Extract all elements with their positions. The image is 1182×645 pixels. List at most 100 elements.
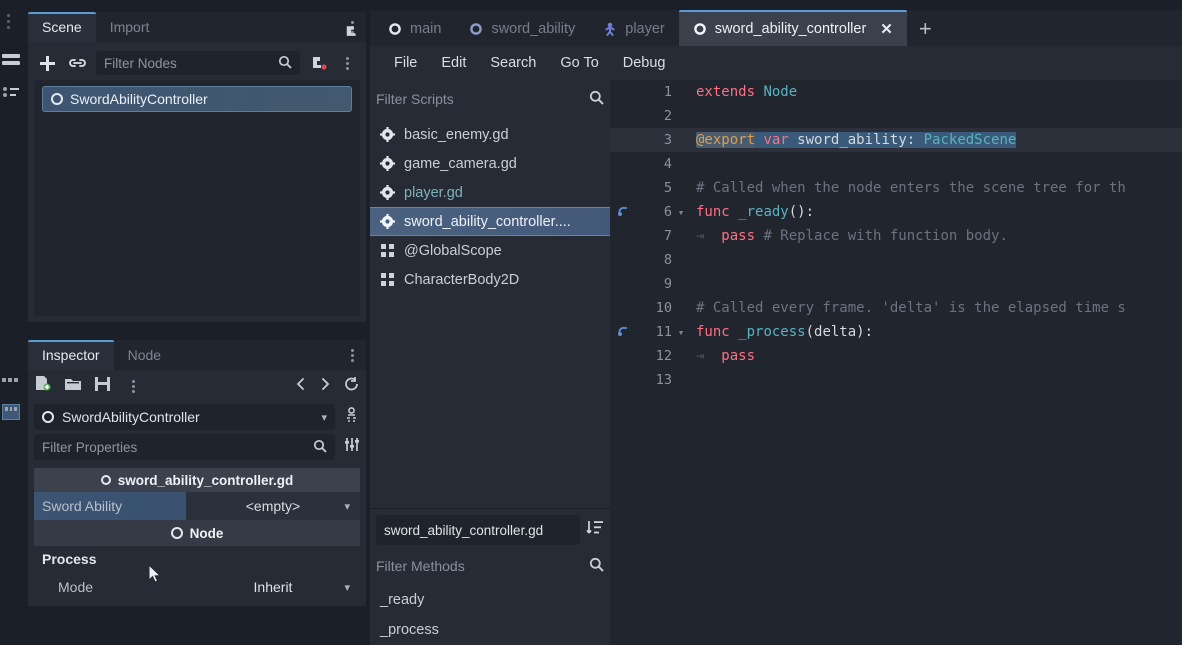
- editor-tab-sword-ability-controller[interactable]: sword_ability_controller ✕: [678, 10, 907, 46]
- code-line[interactable]: 3 @export var sword_ability: PackedScene: [610, 128, 1182, 152]
- code-token: # Replace with function body.: [755, 228, 1008, 244]
- tab-import-label: Import: [109, 19, 150, 35]
- code-line[interactable]: 10 # Called every frame. 'delta' is the e…: [610, 296, 1182, 320]
- line-number: 1: [663, 84, 672, 100]
- sliders-icon[interactable]: [343, 436, 360, 458]
- code-token: (delta):: [805, 324, 874, 340]
- code-line[interactable]: 5 # Called when the node enters the scene…: [610, 176, 1182, 200]
- filter-methods-input[interactable]: Filter Methods: [376, 551, 604, 581]
- connection-marker-icon[interactable]: [610, 204, 638, 221]
- selected-thumbnail[interactable]: [2, 404, 20, 420]
- search-icon: [589, 557, 604, 575]
- history-icon[interactable]: [343, 376, 360, 397]
- fold-toggle-icon[interactable]: ▾: [672, 206, 690, 219]
- add-tab-button[interactable]: +: [907, 16, 944, 46]
- save-icon[interactable]: [94, 376, 111, 397]
- editor-tab-sword-ability[interactable]: sword_ability: [455, 12, 589, 46]
- chevron-down-icon: ▾: [321, 411, 327, 424]
- add-node-button[interactable]: [36, 52, 58, 74]
- script-list-item[interactable]: game_camera.gd: [370, 149, 610, 178]
- scene-toolbar-kebab-icon[interactable]: [338, 56, 358, 70]
- tab-node[interactable]: Node: [114, 342, 175, 370]
- property-row-mode[interactable]: Mode Inherit ▾: [34, 572, 360, 602]
- menu-search[interactable]: Search: [478, 52, 548, 74]
- code-line[interactable]: 9: [610, 272, 1182, 296]
- menu-edit[interactable]: Edit: [429, 52, 478, 74]
- method-item-process[interactable]: _process: [370, 615, 610, 645]
- menu-debug[interactable]: Debug: [611, 52, 678, 74]
- code-line[interactable]: 13: [610, 368, 1182, 392]
- search-icon: [313, 439, 327, 456]
- menu-file[interactable]: File: [382, 52, 429, 74]
- history-next-icon[interactable]: [319, 377, 331, 396]
- tab-scene[interactable]: Scene: [28, 12, 96, 42]
- property-value-sword-ability[interactable]: <empty> ▾: [186, 492, 360, 520]
- inspector-object-row-outer: SwordAbilityController ▾: [28, 402, 366, 432]
- sort-icon[interactable]: [586, 519, 604, 541]
- code-line[interactable]: 1 extends Node: [610, 80, 1182, 104]
- code-line[interactable]: 8: [610, 248, 1182, 272]
- filter-scripts-input[interactable]: Filter Scripts: [376, 84, 604, 114]
- code-line[interactable]: 4: [610, 152, 1182, 176]
- script-list-item-label: basic_enemy.gd: [404, 126, 509, 143]
- inspector-body: SwordAbilityController ▾ Filter Properti…: [28, 370, 366, 606]
- list-icon[interactable]: [2, 86, 20, 102]
- property-value-mode[interactable]: Inherit ▾: [186, 579, 360, 595]
- script-filter-icon[interactable]: [308, 52, 330, 74]
- code-token: _ready: [738, 204, 789, 220]
- history-prev-icon[interactable]: [295, 377, 307, 396]
- filter-nodes-input[interactable]: Filter Nodes: [96, 51, 300, 75]
- tab-inspector[interactable]: Inspector: [28, 340, 114, 370]
- layout-bars-icon[interactable]: [2, 54, 20, 70]
- script-list-item[interactable]: CharacterBody2D: [370, 265, 610, 294]
- node-script-icon[interactable]: [345, 24, 360, 39]
- property-value-mode-text: Inherit: [253, 579, 293, 595]
- editor-tab-player[interactable]: player: [589, 12, 679, 46]
- line-number: 8: [663, 252, 672, 268]
- methods-current-file-label: sword_ability_controller.gd: [384, 522, 544, 538]
- code-line[interactable]: 7 ⇥ pass # Replace with function body.: [610, 224, 1182, 248]
- code-token: func: [696, 324, 739, 340]
- code-token: var: [763, 132, 789, 148]
- code-editor[interactable]: 1 extends Node 2 3 @export var sword_ability…: [610, 80, 1182, 645]
- edge-kebab-icon[interactable]: [7, 14, 11, 29]
- chevron-down-icon[interactable]: ▾: [344, 581, 350, 594]
- line-number: 2: [663, 108, 672, 124]
- menu-goto[interactable]: Go To: [548, 52, 610, 74]
- new-resource-icon[interactable]: [34, 375, 52, 397]
- node-circle-icon: [51, 93, 63, 105]
- gear-icon: [380, 156, 395, 171]
- connection-marker-icon[interactable]: [610, 324, 638, 341]
- code-line[interactable]: 11 ▾ func _process(delta):: [610, 320, 1182, 344]
- fold-toggle-icon[interactable]: ▾: [672, 326, 690, 339]
- inspector-object-selector[interactable]: SwordAbilityController ▾: [34, 404, 335, 430]
- object-tools-icon[interactable]: [343, 406, 360, 428]
- script-list-item[interactable]: @GlobalScope: [370, 236, 610, 265]
- close-icon[interactable]: ✕: [880, 20, 893, 38]
- property-row-sword-ability[interactable]: Sword Ability <empty> ▾: [34, 492, 360, 520]
- inspector-category-process[interactable]: Process: [34, 546, 360, 572]
- inspector-tools-kebab-icon[interactable]: [123, 379, 143, 393]
- inspector-node-header: Node: [34, 520, 360, 546]
- filter-nodes-placeholder: Filter Nodes: [104, 55, 177, 71]
- script-list-item[interactable]: player.gd: [370, 178, 610, 207]
- method-item-ready[interactable]: _ready: [370, 585, 610, 615]
- script-editor-main: Filter Scripts basic_enemy.gd game_camer…: [370, 80, 1182, 645]
- filter-properties-input[interactable]: Filter Properties: [34, 434, 335, 460]
- code-token: PackedScene: [923, 132, 1017, 148]
- instance-scene-button[interactable]: [66, 52, 88, 74]
- inspector-kebab-icon[interactable]: [346, 349, 366, 362]
- chevron-down-icon[interactable]: ▾: [344, 500, 350, 513]
- tab-import[interactable]: Import: [96, 14, 164, 42]
- code-line[interactable]: 2: [610, 104, 1182, 128]
- editor-tab-main[interactable]: main: [374, 12, 455, 46]
- code-line[interactable]: 12 ⇥ pass: [610, 344, 1182, 368]
- code-token: ⇥: [696, 228, 722, 244]
- open-folder-icon[interactable]: [64, 376, 82, 397]
- methods-current-file[interactable]: sword_ability_controller.gd: [376, 515, 580, 545]
- script-list-item[interactable]: basic_enemy.gd: [370, 120, 610, 149]
- script-list-item-selected[interactable]: sword_ability_controller....: [370, 207, 610, 236]
- code-line[interactable]: 6 ▾ func _ready():: [610, 200, 1182, 224]
- inspector-script-header-label: sword_ability_controller.gd: [117, 472, 294, 488]
- scene-tree-node-row[interactable]: SwordAbilityController: [42, 86, 352, 112]
